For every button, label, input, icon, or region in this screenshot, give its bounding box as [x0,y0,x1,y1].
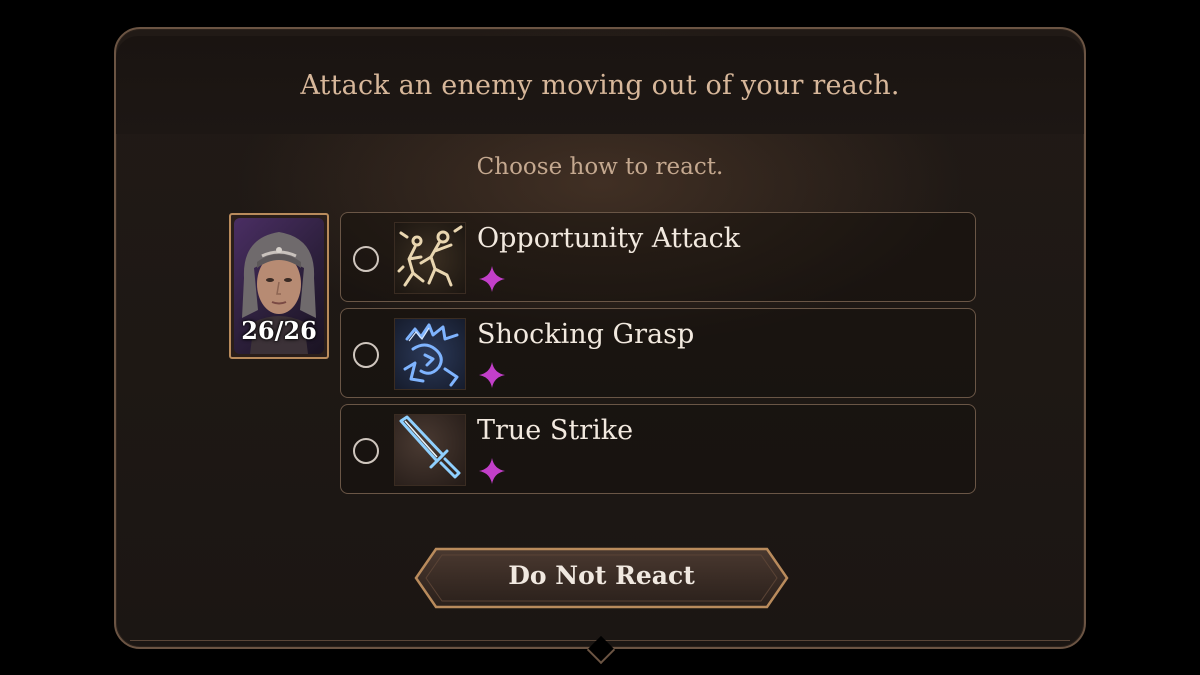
opportunity-attack-icon [394,222,466,294]
character-portrait[interactable]: 26/26 [229,213,329,359]
option-name: Shocking Grasp [477,319,695,350]
shocking-grasp-icon [394,318,466,390]
do-not-react-label: Do Not React [508,561,695,590]
radio-button[interactable] [353,438,379,464]
option-name: Opportunity Attack [477,223,741,254]
character-hp: 26/26 [241,316,317,345]
reaction-option-shocking-grasp[interactable]: Shocking Grasp [340,308,976,398]
action-star-icon [479,458,505,484]
option-name: True Strike [477,415,634,446]
reaction-option-opportunity-attack[interactable]: Opportunity Attack [340,212,976,302]
radio-button[interactable] [353,342,379,368]
do-not-react-button[interactable]: Do Not React [414,547,789,609]
radio-button[interactable] [353,246,379,272]
reaction-subprompt: Choose how to react. [476,154,724,180]
action-star-icon [479,362,505,388]
action-star-icon [479,266,505,292]
true-strike-icon [394,414,466,486]
reaction-prompt: Attack an enemy moving out of your reach… [300,70,900,101]
reaction-option-true-strike[interactable]: True Strike [340,404,976,494]
